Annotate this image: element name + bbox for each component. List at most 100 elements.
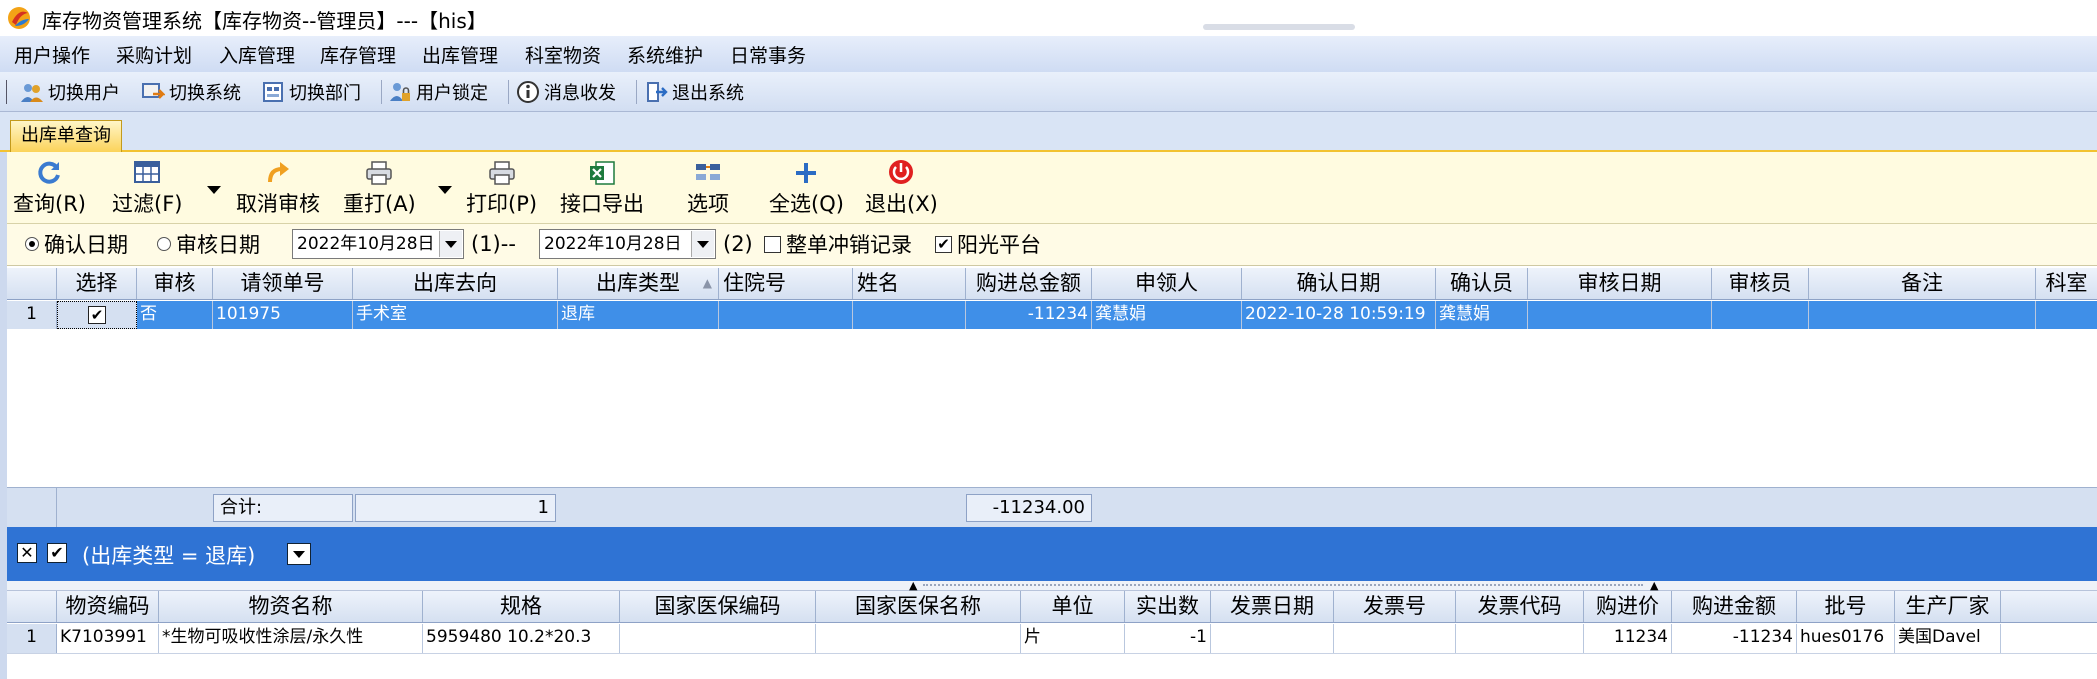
user-lock-button[interactable]: 用户锁定	[388, 78, 488, 106]
filter-button[interactable]: 过滤(F)	[112, 156, 182, 218]
switch-user-button[interactable]: 切换用户	[20, 78, 120, 106]
start-date-value: 2022年10月28日	[297, 234, 435, 254]
nhsa-code-cell	[620, 624, 816, 653]
column-header[interactable]: 国家医保编码	[620, 591, 816, 622]
user-lock-icon	[390, 83, 410, 101]
item-name-cell: *生物可吸收性涂层/永久性	[159, 624, 423, 653]
menu-dept-supplies[interactable]: 科室物资	[525, 41, 601, 68]
audit-cell: 否	[137, 301, 213, 329]
drag-handle[interactable]	[1203, 24, 1355, 30]
switch-system-icon	[142, 83, 165, 99]
menu-purchase-plan[interactable]: 采购计划	[116, 41, 192, 68]
column-header[interactable]: 姓名	[853, 268, 966, 299]
filter-panel: ✕ ✔ (出库类型 = 退库)	[7, 527, 2097, 581]
chevron-down-icon[interactable]	[691, 231, 714, 257]
close-filter-icon[interactable]: ✕	[17, 543, 37, 563]
column-header[interactable]: 发票号	[1334, 591, 1456, 622]
dept-cell	[2036, 301, 2097, 329]
query-button[interactable]: 查询(R)	[13, 156, 86, 218]
column-header[interactable]: 物资编码	[57, 591, 159, 622]
item-code-cell: K7103991	[57, 624, 159, 653]
menu-user-ops[interactable]: 用户操作	[14, 41, 90, 68]
outbound-grid-header: 选择 审核 请领单号 出库去向 出库类型 ▲ 住院号 姓名 购进总金额 申领人 …	[7, 268, 2097, 300]
start-date-picker[interactable]: 2022年10月28日	[292, 229, 464, 259]
column-header[interactable]: 审核员	[1712, 268, 1809, 299]
splitter[interactable]: ▲ ▲	[7, 579, 2097, 592]
column-header[interactable]: 规格	[423, 591, 620, 622]
column-header[interactable]: 生产厂家	[1895, 591, 2001, 622]
tab-outbound-query[interactable]: 出库单查询	[10, 120, 122, 152]
exit-system-button[interactable]: 退出系统	[644, 78, 744, 106]
select-all-button[interactable]: 全选(Q)	[769, 156, 844, 218]
column-header[interactable]: 选择	[57, 268, 137, 299]
column-header[interactable]: 发票日期	[1211, 591, 1334, 622]
options-button[interactable]: 选项	[687, 156, 729, 218]
column-header[interactable]: 国家医保名称	[816, 591, 1021, 622]
column-header[interactable]: 购进金额	[1672, 591, 1797, 622]
column-header[interactable]: 批号	[1797, 591, 1895, 622]
confirm-date-label: 确认日期	[44, 233, 128, 257]
column-header[interactable]: 实出数	[1125, 591, 1211, 622]
column-header[interactable]: 物资名称	[159, 591, 423, 622]
nhsa-name-cell	[816, 624, 1021, 653]
reprint-button[interactable]: 重打(A)	[343, 156, 416, 218]
column-header[interactable]: 备注	[1809, 268, 2036, 299]
cancel-audit-button[interactable]: 取消审核	[236, 156, 320, 218]
filter-table-icon	[134, 161, 161, 183]
chevron-down-icon[interactable]	[439, 231, 462, 257]
end-date-picker[interactable]: 2022年10月28日	[539, 229, 716, 259]
plus-icon	[796, 163, 817, 183]
checkbox-empty-icon	[764, 235, 781, 253]
filter-dropdown-button[interactable]	[287, 543, 311, 565]
column-header-sorted[interactable]: 出库类型 ▲	[558, 268, 719, 299]
column-header[interactable]: 科室	[2036, 268, 2097, 299]
manufacturer-cell: 美国Davel	[1895, 624, 2001, 653]
column-header[interactable]: 审核日期	[1528, 268, 1712, 299]
table-row[interactable]: 1 K7103991 *生物可吸收性涂层/永久性 5959480 10.2*20…	[7, 624, 2097, 654]
column-header[interactable]: 住院号	[719, 268, 853, 299]
audit-date-radio[interactable]: 审核日期	[157, 230, 260, 258]
column-header[interactable]: 请领单号	[213, 268, 353, 299]
column-header[interactable]: 发票代码	[1456, 591, 1584, 622]
invoice-no-cell	[1334, 624, 1456, 653]
outbound-grid-footer: 合计: 1 -11234.00	[7, 487, 2097, 527]
auditor-cell	[1712, 301, 1809, 329]
print-button[interactable]: 打印(P)	[466, 156, 537, 218]
reprint-dropdown-arrow[interactable]	[438, 186, 452, 194]
menu-inbound[interactable]: 入库管理	[219, 41, 295, 68]
column-header[interactable]: 审核	[137, 268, 213, 299]
column-header[interactable]: 单位	[1021, 591, 1125, 622]
footer-row-indicator	[7, 488, 57, 527]
menu-system-maint[interactable]: 系统维护	[627, 41, 703, 68]
column-header[interactable]: 购进总金额	[966, 268, 1092, 299]
menu-bar: 用户操作 采购计划 入库管理 库存管理 出库管理 科室物资 系统维护 日常事务	[0, 36, 2097, 72]
cancel-audit-label: 取消审核	[236, 192, 320, 216]
column-header[interactable]: 确认员	[1436, 268, 1528, 299]
export-button[interactable]: 接口导出	[560, 156, 644, 218]
column-header[interactable]: 申领人	[1092, 268, 1242, 299]
messages-button[interactable]: 消息收发	[516, 78, 616, 106]
checkbox-checked-icon[interactable]: ✔	[88, 306, 106, 324]
column-header[interactable]: 购进价	[1584, 591, 1672, 622]
column-header[interactable]: 确认日期	[1242, 268, 1436, 299]
spec-cell: 5959480 10.2*20.3	[423, 624, 620, 653]
checkbox-checked-icon[interactable]: ✔	[47, 543, 67, 563]
toolbar-separator	[508, 80, 509, 104]
menu-daily-affairs[interactable]: 日常事务	[730, 41, 806, 68]
filter-dropdown-arrow[interactable]	[207, 186, 221, 194]
confirm-date-radio[interactable]: 确认日期	[25, 230, 128, 258]
exit-button[interactable]: 退出(X)	[865, 156, 938, 218]
filter-label: 过滤(F)	[112, 192, 183, 216]
table-row[interactable]: 1 ✔ 否 101975 手术室 退库 -11234 龚慧娟 2022-10-2…	[7, 301, 2097, 329]
outbound-grid-body	[7, 329, 2097, 487]
active-filter-text[interactable]: (出库类型 = 退库)	[82, 540, 255, 570]
select-checkbox-cell[interactable]: ✔	[57, 301, 137, 329]
menu-outbound[interactable]: 出库管理	[422, 41, 498, 68]
end-date-value: 2022年10月28日	[544, 234, 682, 254]
column-header[interactable]: 出库去向	[353, 268, 558, 299]
switch-system-button[interactable]: 切换系统	[141, 78, 241, 106]
sunshine-platform-checkbox[interactable]: ✔ 阳光平台	[935, 230, 1041, 258]
menu-inventory[interactable]: 库存管理	[320, 41, 396, 68]
offset-records-checkbox[interactable]: 整单冲销记录	[764, 230, 912, 258]
switch-dept-button[interactable]: 切换部门	[261, 78, 361, 106]
